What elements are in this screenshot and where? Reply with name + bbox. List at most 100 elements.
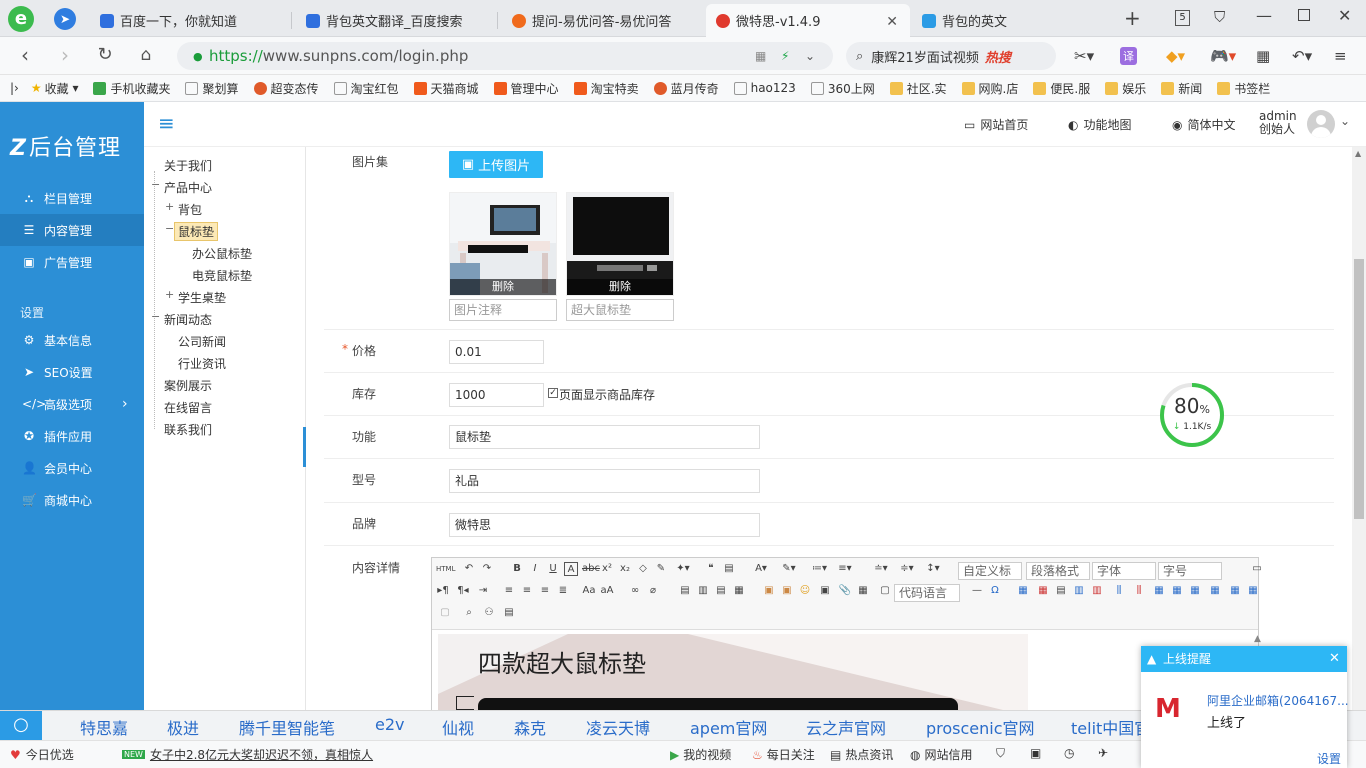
tree-node[interactable]: 行业资讯 <box>178 355 226 372</box>
close-icon[interactable]: ✕ <box>1329 651 1340 666</box>
hot-site-link[interactable]: e2v <box>375 715 405 737</box>
html-icon[interactable]: HTML <box>436 562 455 576</box>
tree-node[interactable]: 产品中心 <box>164 179 212 196</box>
delete-table-icon[interactable]: ▦ <box>1036 584 1050 598</box>
restore-icon[interactable] <box>1298 9 1310 21</box>
hot-site-link[interactable]: 腾千里智能笔 <box>239 715 335 738</box>
hot-site-link[interactable]: 极进 <box>167 715 199 738</box>
insert-image-icon[interactable]: ▣ <box>780 584 794 598</box>
ltr-icon[interactable]: ▸¶ <box>436 584 450 598</box>
hot-site-link[interactable]: 仙视 <box>442 715 474 738</box>
hot-site-link[interactable]: proscenic官网 <box>926 715 1035 738</box>
font-family-select[interactable]: 字体 <box>1092 562 1156 580</box>
close-tab-icon[interactable]: ✕ <box>886 14 898 30</box>
forward-icon[interactable]: › <box>54 45 76 67</box>
search-input[interactable]: 康辉21岁面试视频 <box>871 47 979 66</box>
horizontal-rule-icon[interactable]: — <box>970 584 984 598</box>
autotype-icon[interactable]: ✦▾ <box>676 562 690 576</box>
highlight-icon[interactable]: ✎▾ <box>782 562 796 576</box>
tree-node[interactable]: 办公鼠标垫 <box>192 245 252 262</box>
editor-scroll-up-icon[interactable]: ▲ <box>1254 634 1261 644</box>
link-icon[interactable]: ∞ <box>628 584 642 598</box>
eraser-icon[interactable]: ◇ <box>636 562 650 576</box>
delete-image-button[interactable]: 删除 <box>567 279 673 295</box>
collapse-icon[interactable]: − <box>151 310 160 323</box>
simple-upload-icon[interactable]: ▣ <box>762 584 776 598</box>
bookmark-item[interactable]: 超变态传 <box>253 80 319 97</box>
tree-node-selected[interactable]: 鼠标垫 <box>174 222 219 241</box>
apps-icon[interactable]: ▦ <box>1256 47 1270 65</box>
search-replace-icon[interactable]: ⚇ <box>482 606 496 620</box>
scrollbar-thumb[interactable] <box>1354 259 1364 519</box>
bookmark-item[interactable]: 管理中心 <box>493 80 559 97</box>
sidebar-item-members[interactable]: 👤 会员中心 <box>0 452 144 484</box>
lightning-icon[interactable]: ⚡ <box>781 49 789 63</box>
history-icon[interactable]: ◷ <box>1064 746 1074 760</box>
bookmark-item[interactable]: 淘宝特卖 <box>573 80 639 97</box>
shield-badge-icon[interactable]: ◆▾ <box>1166 47 1185 65</box>
close-window-icon[interactable]: ✕ <box>1338 6 1351 25</box>
merge-cells-icon[interactable]: ▦ <box>1152 584 1166 598</box>
sidebar-item-ads[interactable]: ▣ 广告管理 <box>0 246 144 278</box>
browser-tab[interactable]: 提问-易优问答-易优问答 <box>502 4 704 37</box>
popup-settings-link[interactable]: 设置 <box>1317 750 1341 767</box>
collapse-icon[interactable]: − <box>151 178 160 191</box>
paste-icon[interactable]: ▤ <box>722 562 736 576</box>
strikethrough-icon[interactable]: abc <box>582 562 600 576</box>
search-logo-icon[interactable]: ○ <box>0 711 42 741</box>
justify-icon[interactable]: ≣ <box>556 584 570 598</box>
redo-icon[interactable]: ↷ <box>480 562 494 576</box>
stock-input[interactable]: 1000 <box>449 383 544 407</box>
address-bar[interactable]: ● https://www.sunpns.com/login.php ▦ ⚡ ⌄ <box>177 42 833 70</box>
hot-site-link[interactable]: 特思嘉 <box>80 715 128 738</box>
today-picks[interactable]: ♥ 今日优选 <box>10 746 74 763</box>
bookmark-folder[interactable]: 网购.店 <box>961 80 1018 97</box>
undo-icon[interactable]: ↶▾ <box>1292 47 1312 65</box>
ordered-list-icon[interactable]: ≔▾ <box>812 562 827 576</box>
merge-down-icon[interactable]: ▦ <box>1188 584 1202 598</box>
sidebar-item-advanced[interactable]: </> 高级选项 › <box>0 388 144 420</box>
image-caption-input[interactable]: 图片注释 <box>449 299 557 321</box>
reload-icon[interactable]: ↻ <box>94 45 116 67</box>
navigate-icon[interactable]: ➤ <box>54 8 76 30</box>
split-rows-icon[interactable]: ▦ <box>1228 584 1242 598</box>
search-box[interactable]: ⌕ 康辉21岁面试视频 热搜 <box>846 42 1056 70</box>
editor-content[interactable]: 四款超大鼠标垫 <box>438 634 1028 716</box>
insert-col-icon[interactable]: ⫼ <box>1112 584 1126 598</box>
browser-tab[interactable]: 背包的英文 <box>912 4 1112 37</box>
delete-image-button[interactable]: 删除 <box>450 279 556 295</box>
rtl-icon[interactable]: ¶◂ <box>456 584 470 598</box>
image-none-icon[interactable]: ▥ <box>696 584 710 598</box>
insert-paragraph-icon[interactable]: ▤ <box>1054 584 1068 598</box>
minimize-icon[interactable]: — <box>1256 6 1272 25</box>
indent-icon[interactable]: ⇥ <box>476 584 490 598</box>
subscript-icon[interactable]: x₂ <box>618 562 632 576</box>
hot-news[interactable]: ▤ 热点资讯 <box>830 746 893 763</box>
airplane-icon[interactable]: ✈ <box>1098 746 1108 760</box>
chevron-down-icon[interactable]: ⌄ <box>1340 114 1350 128</box>
unordered-list-icon[interactable]: ≡▾ <box>838 562 852 576</box>
home-icon[interactable]: ⌂ <box>135 45 157 67</box>
brand-input[interactable]: 微特思 <box>449 513 760 537</box>
browser-tab[interactable]: 背包英文翻译_百度搜索 <box>296 4 498 37</box>
sidebar-item-plugins[interactable]: ✪ 插件应用 <box>0 420 144 452</box>
hot-site-link[interactable]: 云之声官网 <box>806 715 886 738</box>
code-language-select[interactable]: 代码语言 <box>894 584 960 602</box>
sidebar-item-content[interactable]: ☰ 内容管理 <box>0 214 144 246</box>
print-icon[interactable]: ▢ <box>438 606 452 620</box>
bookmark-favorites[interactable]: ★ 收藏 ▾ <box>31 80 79 97</box>
daily-follow[interactable]: ♨ 每日关注 <box>752 746 815 763</box>
tree-node[interactable]: 关于我们 <box>164 157 212 174</box>
quote-icon[interactable]: ❝ <box>704 562 718 576</box>
bookmark-item[interactable]: 360上网 <box>810 80 875 97</box>
price-input[interactable]: 0.01 <box>449 340 544 364</box>
bookmark-folder[interactable]: 新闻 <box>1161 80 1202 97</box>
page-scrollbar[interactable]: ▲ <box>1352 147 1366 710</box>
line-height-icon[interactable]: ↕▾ <box>926 562 940 576</box>
tree-node[interactable]: 在线留言 <box>164 399 212 416</box>
tree-node[interactable]: 公司新闻 <box>178 333 226 350</box>
special-char-icon[interactable]: Ω <box>988 584 1002 598</box>
shirt-icon[interactable]: ⛉ <box>1214 8 1225 26</box>
font-size-select[interactable]: 字号 <box>1158 562 1222 580</box>
bookmark-folder[interactable]: 社区.实 <box>889 80 947 97</box>
